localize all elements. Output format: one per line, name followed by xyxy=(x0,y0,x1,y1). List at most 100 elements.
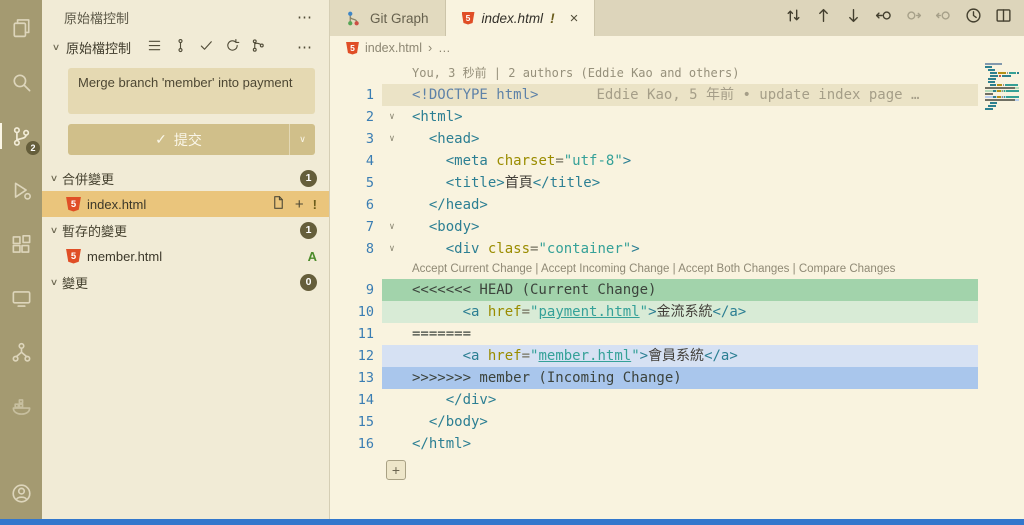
commit-message-input[interactable]: Merge branch 'member' into payment xyxy=(68,68,315,114)
panel-more-icon[interactable]: ⋯ xyxy=(297,38,313,56)
editor-actions xyxy=(773,0,1024,36)
sidebar-more-icon[interactable]: ⋯ xyxy=(297,8,313,26)
code-text: <div class="container"> xyxy=(445,241,640,257)
code-line-5[interactable]: 5 <title>首頁</title> xyxy=(330,172,1024,194)
split-editor-icon[interactable] xyxy=(995,7,1012,29)
search-icon[interactable] xyxy=(7,68,35,96)
code-line-16[interactable]: 16 </html> xyxy=(330,433,1024,455)
fold-gutter xyxy=(382,84,402,106)
file-row-member-html[interactable]: 5 member.html A xyxy=(42,243,329,269)
docker-icon[interactable] xyxy=(7,392,35,420)
previous-change-icon[interactable] xyxy=(875,7,892,29)
minimap[interactable] xyxy=(985,63,1019,111)
fold-gutter xyxy=(382,345,402,367)
add-line-button[interactable]: + xyxy=(386,460,406,480)
close-icon[interactable]: × xyxy=(570,10,579,27)
line-number: 14 xyxy=(357,392,374,408)
codelens-action[interactable]: Accept Both Changes xyxy=(678,263,789,275)
code-line-2[interactable]: 2 ∨ <html> xyxy=(330,106,1024,128)
breadcrumb-file[interactable]: index.html xyxy=(365,41,422,55)
refresh-icon[interactable] xyxy=(225,38,240,56)
code-line-15[interactable]: 15 </body> xyxy=(330,411,1024,433)
code-line-11[interactable]: 11 ======= xyxy=(330,323,1024,345)
prev-diff-icon[interactable] xyxy=(905,7,922,29)
fold-gutter xyxy=(382,323,402,345)
code-text: <!DOCTYPE html> Eddie Kao, 5 年前 • update … xyxy=(412,87,920,103)
codelens-action[interactable]: Accept Incoming Change xyxy=(541,263,670,275)
code-text: </body> xyxy=(428,414,488,430)
commit-button[interactable]: ✓ 提交 ∨ xyxy=(68,124,315,155)
code-line-1[interactable]: 1 <!DOCTYPE html> Eddie Kao, 5 年前 • update… xyxy=(330,84,1024,106)
line-number: 8 xyxy=(365,241,374,257)
panel-chevron-icon[interactable]: ∨ xyxy=(48,42,64,53)
fold-chevron-icon[interactable]: ∨ xyxy=(382,106,402,128)
extensions-icon[interactable] xyxy=(7,230,35,258)
group-badge: 1 xyxy=(300,169,317,187)
code-line-6[interactable]: 6 </head> xyxy=(330,194,1024,216)
chevron-down-icon: ∨ xyxy=(49,276,59,287)
code-text: <body> xyxy=(428,219,480,235)
code-line-4[interactable]: 4 <meta charset="utf-8"> xyxy=(330,150,1024,172)
code-line-13[interactable]: 13 >>>>>>> member (Incoming Change) xyxy=(330,367,1024,389)
arrow-down-icon[interactable] xyxy=(845,7,862,29)
group-badge: 0 xyxy=(300,273,317,291)
remote-explorer-icon[interactable] xyxy=(7,284,35,312)
code-line-3[interactable]: 3 ∨ <head> xyxy=(330,128,1024,150)
accounts-icon[interactable] xyxy=(7,479,35,507)
check-icon: ✓ xyxy=(155,131,167,147)
commit-dropdown-chevron-icon[interactable]: ∨ xyxy=(289,124,315,155)
conflict-status-badge: ! xyxy=(312,196,317,212)
added-status-badge: A xyxy=(307,248,317,264)
timeline-icon[interactable] xyxy=(965,7,982,29)
commit-graph-icon[interactable] xyxy=(173,38,188,56)
code-editor[interactable]: You, 3 秒前 | 2 authors (Eddie Kao and oth… xyxy=(330,60,1024,519)
code-line-10[interactable]: 10 <a href="payment.html">金流系統</a> xyxy=(330,301,1024,323)
tab-index-html[interactable]: 5 index.html ! × xyxy=(445,0,596,36)
open-file-icon[interactable] xyxy=(271,195,286,213)
view-as-list-icon[interactable] xyxy=(147,38,162,56)
codelens-action[interactable]: Accept Current Change xyxy=(412,263,532,275)
project-tree-icon[interactable] xyxy=(7,338,35,366)
code-text: </div> xyxy=(445,392,497,408)
commit-check-icon[interactable] xyxy=(199,38,214,56)
scm-tree: ∨ 合併變更 1 5 index.html + ! ∨ 暫存的變更 1 5 me… xyxy=(42,165,329,295)
vscode-window: 2 原始檔控制 ⋯ ∨ 原始檔控制 ⋯ Merge branch 'member… xyxy=(0,0,1024,519)
breadcrumb[interactable]: 5 index.html › … xyxy=(330,36,1024,60)
fold-chevron-icon[interactable]: ∨ xyxy=(382,216,402,238)
code-line-14[interactable]: 14 </div> xyxy=(330,389,1024,411)
file-row-index-html[interactable]: 5 index.html + ! xyxy=(42,191,329,217)
arrow-up-icon[interactable] xyxy=(815,7,832,29)
breadcrumb-more[interactable]: … xyxy=(438,41,451,55)
code-line-12[interactable]: 12 <a href="member.html">會員系統</a> xyxy=(330,345,1024,367)
next-diff-icon[interactable] xyxy=(935,7,952,29)
run-debug-icon[interactable] xyxy=(7,176,35,204)
git-graph-icon[interactable] xyxy=(251,38,266,56)
group-label: 暫存的變更 xyxy=(62,223,128,239)
code-line-8[interactable]: 8 ∨ <div class="container"> xyxy=(330,238,1024,260)
fold-gutter xyxy=(382,172,402,194)
group-label: 變更 xyxy=(62,275,89,291)
source-control-sidebar: 原始檔控制 ⋯ ∨ 原始檔控制 ⋯ Merge branch 'member' … xyxy=(42,0,330,519)
blame-header: You, 3 秒前 | 2 authors (Eddie Kao and oth… xyxy=(412,66,740,80)
fold-chevron-icon[interactable]: ∨ xyxy=(382,128,402,150)
tab-conflict-flag: ! xyxy=(550,10,555,26)
scm-group-merge-changes[interactable]: ∨ 合併變更 1 xyxy=(42,165,329,191)
scm-group-staged-changes[interactable]: ∨ 暫存的變更 1 xyxy=(42,217,329,243)
source-control-icon[interactable]: 2 xyxy=(0,122,40,155)
line-number: 6 xyxy=(365,197,374,213)
fold-gutter xyxy=(382,150,402,172)
code-lines: 1 <!DOCTYPE html> Eddie Kao, 5 年前 • update… xyxy=(330,84,1024,455)
code-line-7[interactable]: 7 ∨ <body> xyxy=(330,216,1024,238)
code-line-9[interactable]: 9 <<<<<<< HEAD (Current Change) xyxy=(330,279,1024,301)
tab-git-graph[interactable]: Git Graph xyxy=(330,0,446,36)
codelens-action[interactable]: Compare Changes xyxy=(799,263,896,275)
stage-plus-icon[interactable]: + xyxy=(295,197,304,212)
html-file-icon: 5 xyxy=(66,248,81,264)
scm-group-changes[interactable]: ∨ 變更 0 xyxy=(42,269,329,295)
merge-conflict-codelens: Accept Current Change | Accept Incoming … xyxy=(330,260,1024,279)
fold-chevron-icon[interactable]: ∨ xyxy=(382,238,402,260)
explorer-icon[interactable] xyxy=(7,14,35,42)
code-text: <html> xyxy=(412,109,463,125)
compare-changes-icon[interactable] xyxy=(785,7,802,29)
activity-bar: 2 xyxy=(0,0,42,519)
